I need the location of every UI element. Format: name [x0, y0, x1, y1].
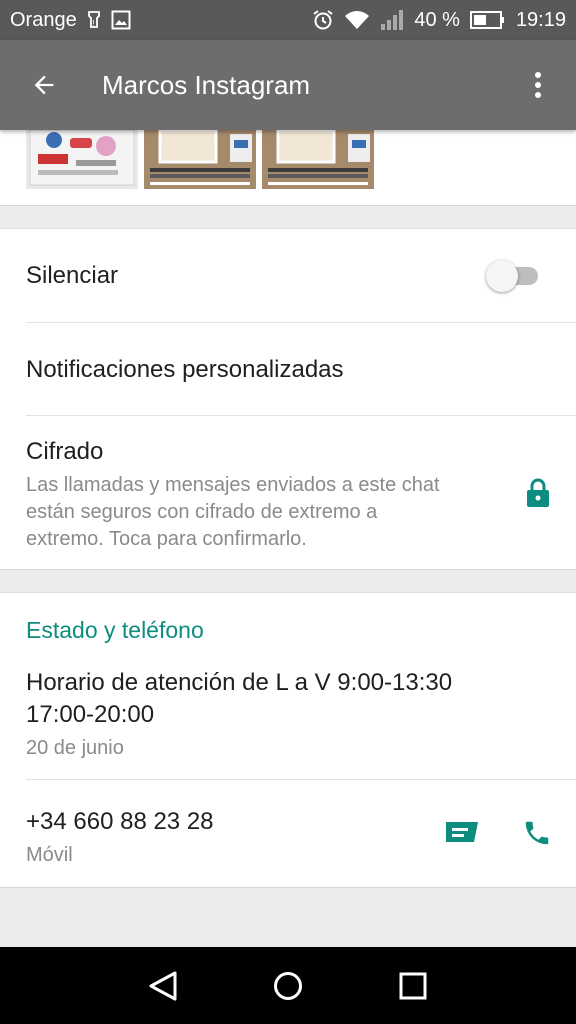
chat-settings-card: Silenciar Notificaciones personalizadas … — [0, 228, 576, 570]
about-phone-card: Estado y teléfono Horario de atención de… — [0, 592, 576, 888]
recents-square-icon — [399, 972, 427, 999]
system-nav-bar — [0, 947, 576, 1024]
media-thumbnail[interactable] — [26, 129, 138, 189]
carrier-name: Orange — [10, 8, 77, 31]
phone-number: +34 660 88 23 28 — [26, 808, 214, 835]
nav-home-button[interactable] — [258, 956, 318, 1016]
section-header: Estado y teléfono — [26, 617, 204, 643]
back-button[interactable] — [0, 40, 88, 130]
message-icon[interactable] — [444, 820, 480, 848]
encryption-row[interactable]: Cifrado Las llamadas y mensajes enviados… — [26, 416, 576, 570]
wifi-icon — [344, 10, 370, 30]
encryption-title: Cifrado — [26, 438, 104, 465]
overflow-menu-button[interactable] — [500, 40, 576, 130]
media-thumbnail[interactable] — [262, 128, 374, 189]
media-section — [0, 128, 576, 206]
svg-text:!: ! — [92, 19, 95, 28]
back-triangle-icon — [149, 971, 177, 1000]
lock-icon — [527, 478, 549, 507]
status-text: Horario de atención de L a V 9:00-13:30 … — [26, 667, 452, 731]
more-vert-icon — [535, 72, 541, 98]
custom-notifications-label: Notificaciones personalizadas — [26, 356, 344, 383]
media-thumbnail[interactable] — [144, 128, 256, 189]
home-circle-icon — [273, 971, 302, 1000]
phone-call-icon[interactable] — [522, 818, 552, 848]
encryption-desc-line: están seguros con cifrado de extremo a — [26, 501, 378, 523]
image-icon — [111, 10, 131, 30]
alarm-icon — [312, 9, 334, 31]
status-date: 20 de junio — [26, 737, 124, 759]
encryption-desc-line: Las llamadas y mensajes enviados a este … — [26, 474, 440, 496]
toggle-knob — [486, 260, 518, 292]
nav-recents-button[interactable] — [383, 956, 443, 1016]
encryption-description: Las llamadas y mensajes enviados a este … — [26, 472, 440, 553]
mute-label: Silenciar — [26, 262, 119, 289]
phone-row[interactable]: +34 660 88 23 28 Móvil — [26, 780, 576, 888]
status-bar: Orange ! 40 % 19:19 — [0, 0, 576, 40]
phone-type: Móvil — [26, 844, 73, 866]
encryption-desc-line: extremo. Toca para confirmarlo. — [26, 528, 307, 550]
notification-icon: ! — [85, 10, 103, 30]
nav-back-button[interactable] — [133, 956, 193, 1016]
status-line: Horario de atención de L a V 9:00-13:30 — [26, 669, 453, 696]
signal-icon — [380, 9, 404, 31]
arrow-back-icon — [34, 75, 54, 95]
contact-name: Marcos Instagram — [102, 69, 311, 100]
custom-notifications-row[interactable]: Notificaciones personalizadas — [26, 323, 576, 415]
status-line: 17:00-20:00 — [26, 701, 155, 728]
status-row[interactable]: Horario de atención de L a V 9:00-13:30 … — [26, 663, 576, 779]
battery-percent: 40 % — [414, 8, 460, 31]
mute-toggle[interactable] — [486, 257, 540, 293]
battery-icon — [469, 10, 506, 30]
clock: 19:19 — [515, 8, 566, 31]
app-bar: Marcos Instagram — [0, 40, 576, 130]
mute-row[interactable]: Silenciar — [26, 229, 576, 322]
